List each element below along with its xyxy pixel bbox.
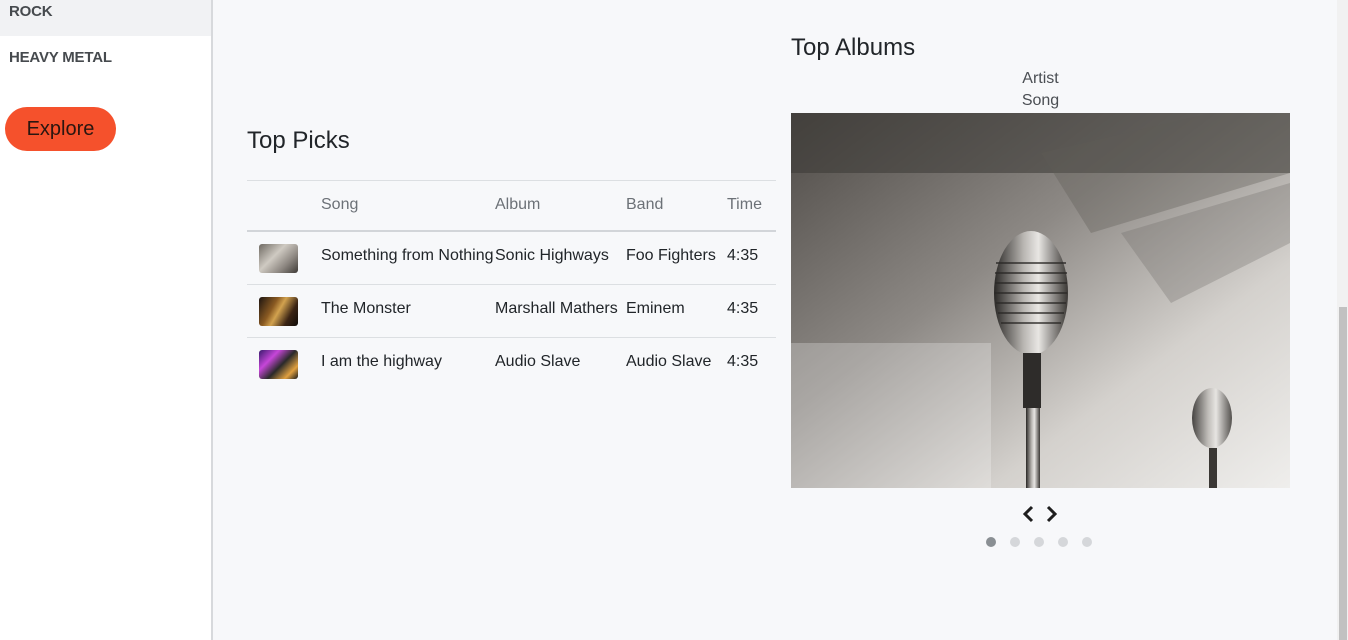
slide-artist-caption: Artist [1022,70,1059,87]
album-cell: Marshall Mathers [495,284,626,338]
table-row[interactable]: The Monster Marshall Mathers Eminem 4:35 [247,284,776,338]
album-thumbnail [259,243,298,273]
slide-song-caption: Song [1021,92,1060,109]
carousel-dot-4[interactable] [1058,537,1068,547]
song-cell: I am the highway [321,352,442,370]
band-cell: Audio Slave [626,352,712,370]
album-column-header: Album [495,180,626,232]
top-picks-title: Top Picks [247,127,350,154]
table-header-row: Song Album Band Time [247,180,776,232]
song-cell: Something from Nothing [321,230,495,285]
sidebar: ROCK HEAVY METAL Explore [0,0,213,640]
top-albums-title: Top Albums [791,34,916,61]
band-column-header: Band [626,180,727,232]
time-cell: 4:35 [727,284,776,338]
album-slide-image[interactable] [791,113,1290,488]
top-picks-table: Song Album Band Time Something from Noth… [247,180,776,390]
song-column-header: Song [321,180,495,232]
microphone-photo [791,113,1290,488]
scrollbar-thumb[interactable] [1339,307,1347,640]
time-column-header: Time [727,180,776,232]
table-row[interactable]: Something from Nothing Sonic Highways Fo… [247,230,776,285]
thumb-column-header [247,180,321,232]
carousel-dot-2[interactable] [1010,537,1020,547]
album-cell: Sonic Highways [495,230,626,285]
chevron-left-icon [1022,505,1034,523]
carousel-dot-3[interactable] [1034,537,1044,547]
time-cell: 4:35 [727,352,759,370]
time-cell: 4:35 [727,230,776,285]
carousel-dot-5[interactable] [1082,537,1092,547]
carousel-dot-1[interactable] [986,537,996,547]
band-cell: Eminem [626,284,727,338]
chevron-right-icon [1046,505,1058,523]
band-cell: Foo Fighters [626,230,727,285]
genre-item-rock[interactable]: ROCK [0,0,211,36]
genre-item-heavy-metal[interactable]: HEAVY METAL [0,46,211,74]
main-content: Top Picks Song Album Band Time Something… [215,0,1337,640]
table-row[interactable]: I am the highway Audio Slave Audio Slave… [247,337,776,390]
carousel-prev-button[interactable] [1020,504,1038,524]
album-thumbnail [259,296,298,326]
album-cell: Audio Slave [495,352,581,370]
carousel-next-button[interactable] [1042,504,1060,524]
explore-button[interactable]: Explore [5,107,116,151]
song-cell: The Monster [321,284,495,338]
album-thumbnail [259,349,298,379]
